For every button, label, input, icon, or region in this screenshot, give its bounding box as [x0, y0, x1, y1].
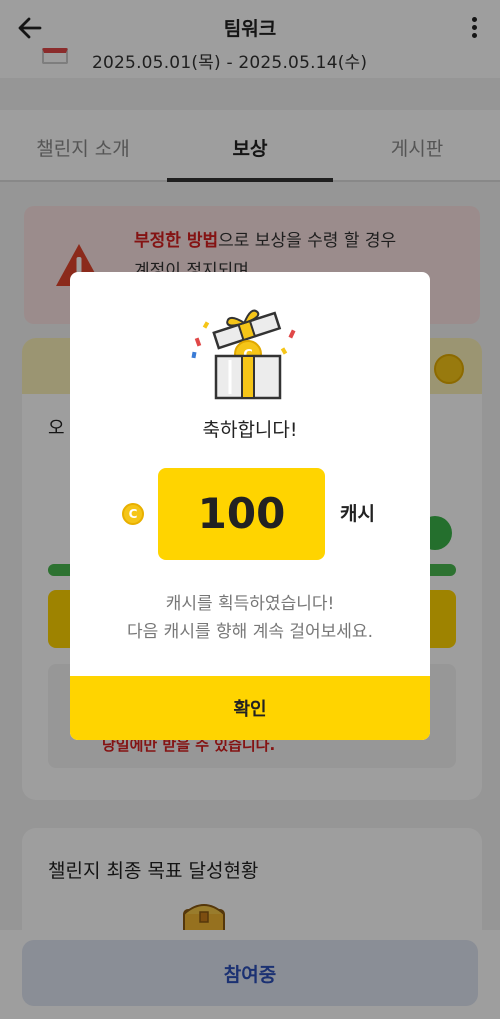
gift-box-icon: C	[191, 309, 296, 400]
dialog-title: 축하합니다!	[202, 419, 298, 441]
cash-coin-icon: C	[122, 503, 144, 525]
cash-amount-row: C 100 캐시	[70, 468, 430, 560]
cash-amount: 100	[158, 468, 325, 560]
reward-dialog: C 축하합니다! C 100 캐시 캐시를 획득하였습니다! 다음 캐시를 향해…	[70, 272, 430, 740]
dialog-message-line2: 다음 캐시를 향해 계속 걸어보세요.	[127, 622, 373, 642]
dialog-message-line1: 캐시를 획득하였습니다!	[165, 594, 335, 614]
cash-unit: 캐시	[340, 503, 375, 525]
dialog-message: 캐시를 획득하였습니다! 다음 캐시를 향해 계속 걸어보세요.	[70, 590, 430, 646]
confirm-button[interactable]: 확인	[70, 676, 430, 740]
